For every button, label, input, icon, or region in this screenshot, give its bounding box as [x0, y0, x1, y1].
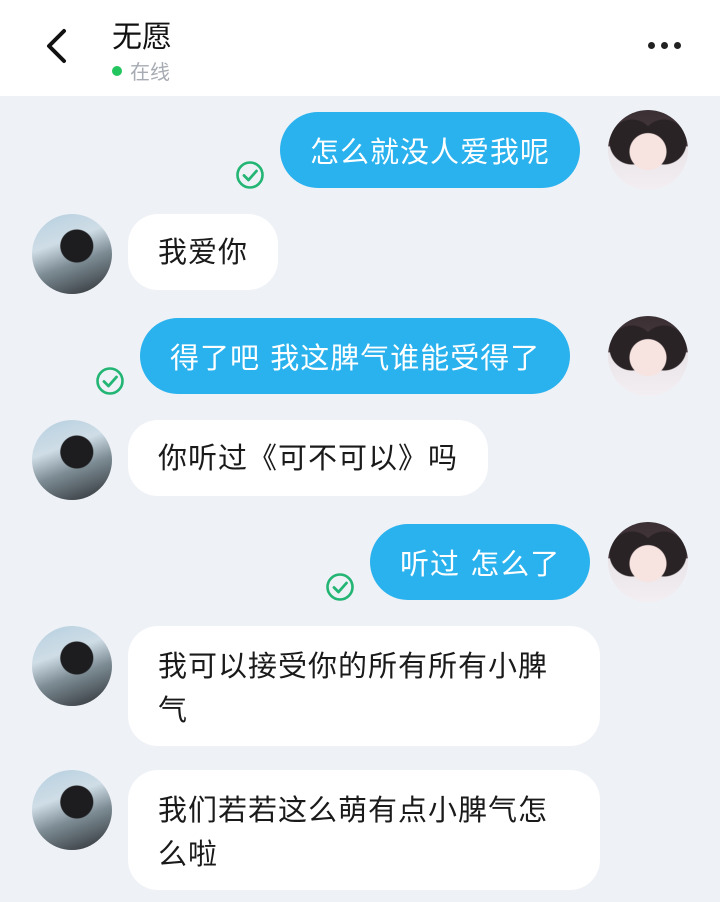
message-text: 你听过《可不可以》吗	[158, 441, 459, 475]
chat-header: 无愿 在线	[0, 0, 720, 96]
contact-name[interactable]: 无愿	[112, 12, 172, 56]
more-options-button[interactable]	[644, 30, 684, 60]
message-text-line: 气	[158, 693, 189, 727]
avatar[interactable]	[32, 626, 112, 706]
avatar[interactable]	[32, 770, 112, 850]
message-text: 我爱你	[158, 235, 249, 269]
online-dot-icon	[112, 65, 122, 76]
message-text: 听过 怎么了	[400, 547, 561, 581]
message-text: 得了吧 我这脾气谁能受得了	[170, 341, 541, 375]
avatar[interactable]	[608, 316, 688, 396]
read-check-icon	[96, 367, 124, 395]
chevron-left-icon	[47, 29, 66, 63]
message-bubble-incoming[interactable]: 我爱你	[128, 214, 279, 290]
read-check-icon	[236, 161, 264, 189]
message-text-line: 么啦	[158, 837, 219, 871]
more-dot-icon	[660, 41, 668, 49]
message-text: 怎么就没人爱我呢	[310, 135, 551, 169]
read-check-icon	[326, 573, 354, 601]
avatar[interactable]	[32, 214, 112, 294]
message-bubble-outgoing[interactable]: 怎么就没人爱我呢	[280, 112, 581, 188]
message-bubble-incoming[interactable]: 你听过《可不可以》吗	[128, 420, 489, 496]
message-text-line: 我们若若这么萌有点小脾气怎	[158, 793, 549, 827]
online-status: 在线	[112, 56, 170, 85]
message-text-line: 我可以接受你的所有所有小脾	[158, 649, 549, 683]
avatar[interactable]	[608, 110, 688, 190]
back-button[interactable]	[36, 26, 76, 66]
avatar[interactable]	[32, 420, 112, 500]
more-dot-icon	[647, 41, 655, 49]
avatar[interactable]	[608, 522, 688, 602]
message-bubble-outgoing[interactable]: 听过 怎么了	[370, 524, 591, 600]
message-bubble-outgoing[interactable]: 得了吧 我这脾气谁能受得了	[140, 318, 571, 394]
more-dot-icon	[673, 41, 681, 49]
status-text: 在线	[130, 60, 170, 84]
message-bubble-incoming[interactable]: 我们若若这么萌有点小脾气怎 么啦	[128, 770, 600, 890]
message-bubble-incoming[interactable]: 我可以接受你的所有所有小脾 气	[128, 626, 600, 746]
